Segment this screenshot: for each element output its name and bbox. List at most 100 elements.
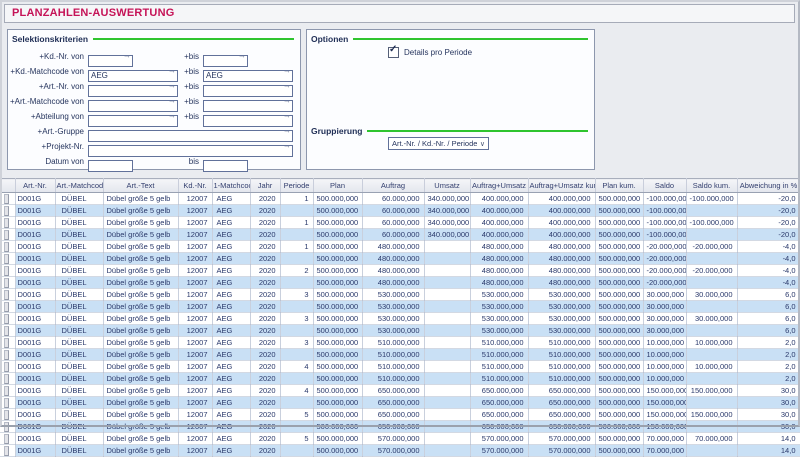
cell-plan[interactable]: 500.000,000 bbox=[313, 301, 362, 313]
cell-abweichung-in[interactable]: 14,0 bbox=[737, 445, 800, 457]
cell-auftrag-umsatz-kum[interactable]: 480.000,000 bbox=[528, 253, 595, 265]
cell-kd-nr[interactable]: 12007 bbox=[178, 241, 212, 253]
cell-auftrag[interactable]: 510.000,000 bbox=[362, 349, 424, 361]
cell-art-text[interactable]: Dübel größe 5 gelb bbox=[103, 361, 178, 373]
cell-art-text[interactable]: Dübel größe 5 gelb bbox=[103, 265, 178, 277]
cell-plan-kum[interactable]: 500.000,000 bbox=[595, 433, 643, 445]
cell-saldo-kum[interactable] bbox=[686, 373, 737, 385]
cell-saldo[interactable]: 70.000,000 bbox=[643, 445, 686, 457]
cell-art-text[interactable]: Dübel größe 5 gelb bbox=[103, 433, 178, 445]
cell-1-matchcoc[interactable]: AEG bbox=[212, 193, 250, 205]
cell-plan-kum[interactable]: 500.000,000 bbox=[595, 445, 643, 457]
cell-jahr[interactable]: 2020 bbox=[250, 409, 280, 421]
cell-auftrag-umsatz[interactable]: 400.000,000 bbox=[470, 205, 528, 217]
cell-auftrag[interactable]: 480.000,000 bbox=[362, 253, 424, 265]
cell-auftrag-umsatz[interactable]: 650.000,000 bbox=[470, 385, 528, 397]
column-header-1-matchcoc[interactable]: 1-Matchcoc bbox=[212, 179, 250, 193]
cell-plan-kum[interactable]: 500.000,000 bbox=[595, 301, 643, 313]
cell-auftrag[interactable]: 480.000,000 bbox=[362, 265, 424, 277]
cell-auftrag-umsatz[interactable]: 530.000,000 bbox=[470, 289, 528, 301]
row-selector[interactable] bbox=[0, 385, 15, 397]
cell-art-matchcode[interactable]: DÜBEL bbox=[55, 433, 103, 445]
cell-saldo-kum[interactable]: 70.000,000 bbox=[686, 433, 737, 445]
cell-saldo[interactable]: -20.000,000 bbox=[643, 265, 686, 277]
cell-kd-nr[interactable]: 12007 bbox=[178, 277, 212, 289]
cell-art-nr[interactable]: D001G bbox=[15, 385, 55, 397]
cell-1-matchcoc[interactable]: AEG bbox=[212, 289, 250, 301]
cell-saldo-kum[interactable] bbox=[686, 205, 737, 217]
cell-saldo[interactable]: -20.000,000 bbox=[643, 253, 686, 265]
cell-art-nr[interactable]: D001G bbox=[15, 277, 55, 289]
cell-art-nr[interactable]: D001G bbox=[15, 337, 55, 349]
cell-jahr[interactable]: 2020 bbox=[250, 265, 280, 277]
cell-kd-nr[interactable]: 12007 bbox=[178, 205, 212, 217]
cell-umsatz[interactable]: 340.000,000 bbox=[424, 217, 470, 229]
row-selector-header[interactable] bbox=[0, 179, 15, 193]
cell-auftrag-umsatz-kum[interactable]: 400.000,000 bbox=[528, 205, 595, 217]
cell-umsatz[interactable] bbox=[424, 409, 470, 421]
cell-umsatz[interactable] bbox=[424, 397, 470, 409]
cell-abweichung-in[interactable]: -20,0 bbox=[737, 217, 800, 229]
cell-art-nr[interactable]: D001G bbox=[15, 217, 55, 229]
cell-abweichung-in[interactable]: -4,0 bbox=[737, 241, 800, 253]
cell-auftrag-umsatz-kum[interactable]: 400.000,000 bbox=[528, 229, 595, 241]
cell-art-matchcode[interactable]: DÜBEL bbox=[55, 385, 103, 397]
cell-1-matchcoc[interactable]: AEG bbox=[212, 217, 250, 229]
cell-art-text[interactable]: Dübel größe 5 gelb bbox=[103, 397, 178, 409]
cell-saldo[interactable]: -100.000,000 bbox=[643, 193, 686, 205]
cell-art-text[interactable]: Dübel größe 5 gelb bbox=[103, 301, 178, 313]
cell-umsatz[interactable] bbox=[424, 277, 470, 289]
cell-auftrag-umsatz-kum[interactable]: 400.000,000 bbox=[528, 217, 595, 229]
cell-umsatz[interactable]: 340.000,000 bbox=[424, 193, 470, 205]
row-selector[interactable] bbox=[0, 337, 15, 349]
row-selector[interactable] bbox=[0, 433, 15, 445]
cell-umsatz[interactable]: 340.000,000 bbox=[424, 229, 470, 241]
cell-kd-nr[interactable]: 12007 bbox=[178, 445, 212, 457]
cell-umsatz[interactable] bbox=[424, 337, 470, 349]
cell-periode[interactable] bbox=[280, 301, 313, 313]
cell-kd-nr[interactable]: 12007 bbox=[178, 337, 212, 349]
cell-periode[interactable]: 1 bbox=[280, 193, 313, 205]
cell-jahr[interactable]: 2020 bbox=[250, 325, 280, 337]
cell-1-matchcoc[interactable]: AEG bbox=[212, 361, 250, 373]
cell-periode[interactable]: 5 bbox=[280, 409, 313, 421]
row-selector[interactable] bbox=[0, 325, 15, 337]
cell-1-matchcoc[interactable]: AEG bbox=[212, 205, 250, 217]
cell-kd-nr[interactable]: 12007 bbox=[178, 301, 212, 313]
cell-auftrag-umsatz-kum[interactable]: 530.000,000 bbox=[528, 313, 595, 325]
cell-art-nr[interactable]: D001G bbox=[15, 361, 55, 373]
cell-art-nr[interactable]: D001G bbox=[15, 433, 55, 445]
cell-auftrag[interactable]: 510.000,000 bbox=[362, 337, 424, 349]
cell-plan[interactable]: 500.000,000 bbox=[313, 289, 362, 301]
cell-abweichung-in[interactable]: -20,0 bbox=[737, 193, 800, 205]
cell-1-matchcoc[interactable]: AEG bbox=[212, 409, 250, 421]
cell-abweichung-in[interactable]: 2,0 bbox=[737, 373, 800, 385]
cell-auftrag[interactable]: 510.000,000 bbox=[362, 361, 424, 373]
cell-abweichung-in[interactable]: 6,0 bbox=[737, 301, 800, 313]
cell-art-text[interactable]: Dübel größe 5 gelb bbox=[103, 337, 178, 349]
cell-art-matchcode[interactable]: DÜBEL bbox=[55, 277, 103, 289]
cell-auftrag-umsatz-kum[interactable]: 400.000,000 bbox=[528, 193, 595, 205]
cell-plan-kum[interactable]: 500.000,000 bbox=[595, 361, 643, 373]
cell-saldo-kum[interactable]: 30.000,000 bbox=[686, 289, 737, 301]
cell-saldo-kum[interactable] bbox=[686, 301, 737, 313]
cell-umsatz[interactable]: 340.000,000 bbox=[424, 205, 470, 217]
cell-jahr[interactable]: 2020 bbox=[250, 313, 280, 325]
cell-saldo[interactable]: 150.000,000 bbox=[643, 385, 686, 397]
cell-art-nr[interactable]: D001G bbox=[15, 301, 55, 313]
cell-plan[interactable]: 500.000,000 bbox=[313, 277, 362, 289]
lookup-arrow-icon[interactable]: → bbox=[283, 66, 291, 76]
cell-kd-nr[interactable]: 12007 bbox=[178, 349, 212, 361]
cell-auftrag-umsatz-kum[interactable]: 570.000,000 bbox=[528, 433, 595, 445]
cell-art-matchcode[interactable]: DÜBEL bbox=[55, 193, 103, 205]
cell-art-nr[interactable]: D001G bbox=[15, 193, 55, 205]
row-selector[interactable] bbox=[0, 265, 15, 277]
cell-auftrag[interactable]: 480.000,000 bbox=[362, 241, 424, 253]
cell-auftrag[interactable]: 60.000,000 bbox=[362, 217, 424, 229]
cell-kd-nr[interactable]: 12007 bbox=[178, 217, 212, 229]
cell-auftrag-umsatz[interactable]: 570.000,000 bbox=[470, 433, 528, 445]
cell-1-matchcoc[interactable]: AEG bbox=[212, 253, 250, 265]
cell-auftrag-umsatz-kum[interactable]: 480.000,000 bbox=[528, 241, 595, 253]
cell-1-matchcoc[interactable]: AEG bbox=[212, 265, 250, 277]
cell-kd-nr[interactable]: 12007 bbox=[178, 289, 212, 301]
